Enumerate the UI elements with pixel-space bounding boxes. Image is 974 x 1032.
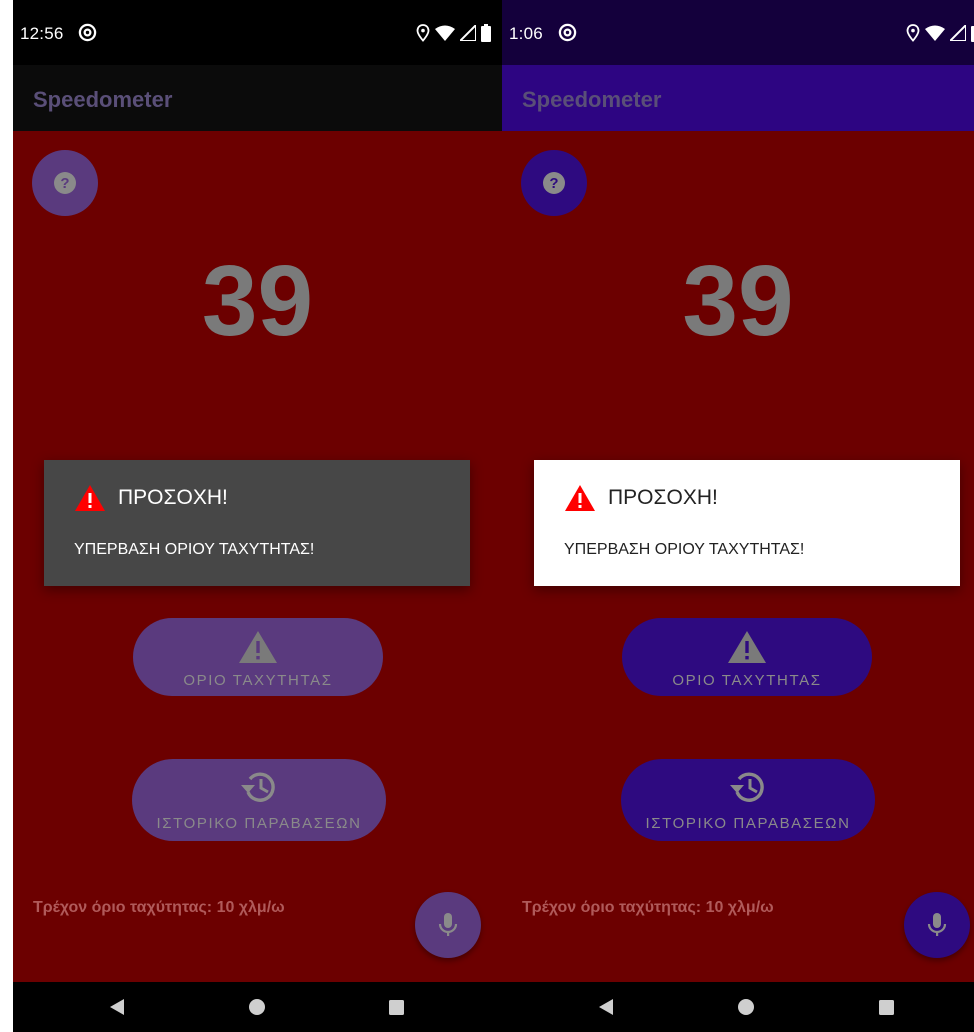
navigation-bar bbox=[502, 982, 974, 1032]
nav-recents-button[interactable] bbox=[856, 982, 916, 1032]
wifi-icon bbox=[925, 25, 945, 41]
dialog-title: ΠΡΟΣΟΧΗ! bbox=[118, 486, 228, 509]
voice-input-button[interactable] bbox=[415, 892, 481, 958]
app-bar: Speedometer bbox=[502, 65, 974, 131]
recents-icon bbox=[878, 999, 894, 1015]
back-icon bbox=[599, 999, 613, 1015]
status-time: 12:56 bbox=[20, 24, 64, 43]
warning-icon bbox=[728, 631, 766, 663]
history-icon bbox=[241, 772, 275, 802]
status-bar: 12:56 bbox=[13, 0, 502, 65]
current-speed-limit-text: Τρέχον όριο ταχύτητας: 10 χλμ/ω bbox=[522, 899, 774, 916]
dialog-header: ΠΡΟΣΟΧΗ! bbox=[74, 484, 228, 512]
help-icon: ? bbox=[54, 172, 76, 194]
speed-limit-button[interactable]: ΟΡΙΟ ΤΑΧΥΤΗΤΑΣ bbox=[622, 618, 872, 696]
phone-screen-right: 1:06 Speedometer ? 39 ΟΡΙΟ ΤΑΧΥΤΗΤΑΣ ΙΣΤ… bbox=[502, 0, 974, 1032]
signal-icon bbox=[460, 24, 476, 41]
warning-dialog: ΠΡΟΣΟΧΗ! ΥΠΕΡΒΑΣΗ ΟΡΙΟΥ ΤΑΧΥΤΗΤΑΣ! bbox=[534, 460, 960, 586]
svg-text:?: ? bbox=[549, 175, 558, 192]
dialog-message: ΥΠΕΡΒΑΣΗ ΟΡΙΟΥ ΤΑΧΥΤΗΤΑΣ! bbox=[564, 541, 805, 558]
speed-limit-button-label: ΟΡΙΟ ΤΑΧΥΤΗΤΑΣ bbox=[183, 672, 333, 689]
history-icon bbox=[730, 772, 764, 802]
nav-back-button[interactable] bbox=[576, 982, 636, 1032]
app-bar: Speedometer bbox=[13, 65, 502, 131]
recents-icon bbox=[388, 999, 404, 1015]
home-icon bbox=[738, 999, 754, 1015]
back-icon bbox=[110, 999, 124, 1015]
mic-icon bbox=[438, 913, 458, 936]
navigation-bar bbox=[13, 982, 502, 1032]
dialog-title: ΠΡΟΣΟΧΗ! bbox=[608, 486, 718, 509]
nav-recents-button[interactable] bbox=[366, 982, 426, 1032]
home-icon bbox=[249, 999, 265, 1015]
violation-history-button[interactable]: ΙΣΤΟΡΙΚΟ ΠΑΡΑΒΑΣΕΩΝ bbox=[621, 759, 875, 841]
warning-dialog: ΠΡΟΣΟΧΗ! ΥΠΕΡΒΑΣΗ ΟΡΙΟΥ ΤΑΧΥΤΗΤΑΣ! bbox=[44, 460, 470, 586]
help-button[interactable]: ? bbox=[32, 150, 98, 216]
help-button[interactable]: ? bbox=[521, 150, 587, 216]
violation-history-button-label: ΙΣΤΟΡΙΚΟ ΠΑΡΑΒΑΣΕΩΝ bbox=[645, 815, 851, 832]
current-speed-limit-text: Τρέχον όριο ταχύτητας: 10 χλμ/ω bbox=[33, 899, 285, 916]
mic-icon bbox=[927, 913, 947, 936]
system-icons bbox=[416, 23, 491, 42]
svg-text:?: ? bbox=[60, 175, 69, 192]
battery-icon bbox=[481, 23, 491, 42]
violation-history-button[interactable]: ΙΣΤΟΡΙΚΟ ΠΑΡΑΒΑΣΕΩΝ bbox=[132, 759, 386, 841]
voice-input-button[interactable] bbox=[904, 892, 970, 958]
wifi-icon bbox=[435, 25, 455, 41]
dialog-header: ΠΡΟΣΟΧΗ! bbox=[564, 484, 718, 512]
at-sign-icon bbox=[558, 23, 577, 42]
speed-value: 39 bbox=[201, 245, 314, 357]
app-title: Speedometer bbox=[522, 87, 662, 112]
speed-value: 39 bbox=[682, 245, 794, 357]
app-title: Speedometer bbox=[33, 87, 173, 112]
warning-icon bbox=[565, 485, 595, 511]
speed-limit-button[interactable]: ΟΡΙΟ ΤΑΧΥΤΗΤΑΣ bbox=[133, 618, 383, 696]
phone-screen-left: 12:56 Speedometer ? 39 ΟΡΙΟ ΤΑΧΥΤΗΤΑΣ ΙΣ… bbox=[13, 0, 502, 1032]
violation-history-button-label: ΙΣΤΟΡΙΚΟ ΠΑΡΑΒΑΣΕΩΝ bbox=[156, 815, 362, 832]
system-icons bbox=[906, 23, 974, 42]
location-icon bbox=[416, 23, 430, 42]
dialog-message: ΥΠΕΡΒΑΣΗ ΟΡΙΟΥ ΤΑΧΥΤΗΤΑΣ! bbox=[74, 541, 315, 558]
warning-icon bbox=[239, 631, 277, 663]
at-sign-icon bbox=[78, 23, 97, 42]
status-time: 1:06 bbox=[509, 24, 543, 43]
speed-limit-button-label: ΟΡΙΟ ΤΑΧΥΤΗΤΑΣ bbox=[672, 672, 822, 689]
status-bar: 1:06 bbox=[502, 0, 974, 65]
warning-icon bbox=[75, 485, 105, 511]
nav-back-button[interactable] bbox=[87, 982, 147, 1032]
signal-icon bbox=[950, 24, 966, 41]
nav-home-button[interactable] bbox=[227, 982, 287, 1032]
nav-home-button[interactable] bbox=[716, 982, 776, 1032]
help-icon: ? bbox=[543, 172, 565, 194]
location-icon bbox=[906, 23, 920, 42]
